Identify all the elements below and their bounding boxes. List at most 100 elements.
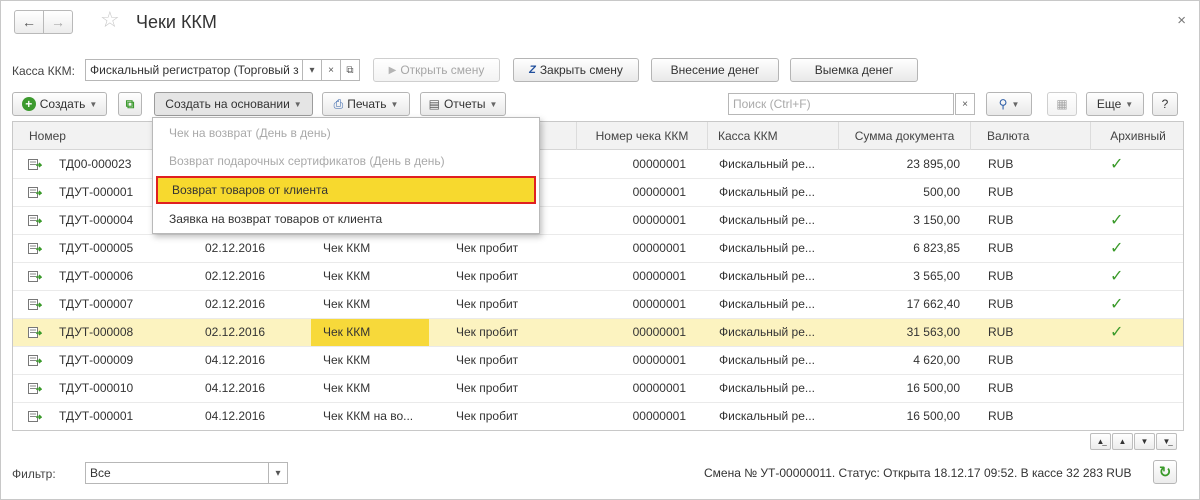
cell-check-no: 00000001 [632, 297, 686, 311]
document-posted-icon [28, 271, 43, 282]
help-button[interactable]: ? [1152, 92, 1178, 116]
archived-check-icon [1110, 375, 1130, 402]
close-shift-button[interactable]: Z Закрыть смену [513, 58, 639, 82]
cell-kassa: Фискальный ре... [719, 381, 815, 395]
create-based-on-label: Создать на основании [165, 97, 290, 111]
print-button[interactable]: ⎙ Печать ▼ [322, 92, 410, 116]
cell-check-no: 00000001 [632, 157, 686, 171]
cell-sum: 23 895,00 [906, 157, 960, 171]
menu-item-return-request[interactable]: Заявка на возврат товаров от клиента [153, 205, 539, 233]
document-posted-icon [28, 383, 43, 394]
archived-check-icon: ✓ [1110, 156, 1124, 173]
close-icon[interactable]: × [1177, 12, 1186, 29]
withdraw-label: Выемка денег [814, 63, 894, 77]
column-header-currency[interactable]: Валюта [970, 122, 1090, 150]
cell-date: 04.12.2016 [205, 353, 266, 367]
menu-item-customer-goods-return[interactable]: Возврат товаров от клиента [156, 176, 536, 204]
kassa-open-icon[interactable]: ⧉ [340, 59, 360, 81]
column-header-check-no[interactable]: Номер чека ККМ [576, 122, 707, 150]
create-button[interactable]: + Создать ▼ [12, 92, 107, 116]
column-header-number[interactable]: Номер [13, 122, 154, 150]
refresh-icon: ↻ [1158, 464, 1172, 481]
kassa-select[interactable]: Фискальный регистратор (Торговый з [85, 59, 303, 81]
filter-select[interactable]: Все [85, 462, 269, 484]
search-button[interactable]: ⚲ ▼ [986, 92, 1032, 116]
scroll-top-button[interactable]: ▲̲ [1090, 433, 1111, 450]
favorite-star-icon[interactable]: ☆ [100, 9, 120, 31]
cell-operation: Чек ККМ [323, 269, 371, 283]
column-header-sum[interactable]: Сумма документа [838, 122, 970, 150]
cell-date: 04.12.2016 [205, 409, 266, 423]
table-row[interactable]: ТДУТ-000005 02.12.2016 Чек ККМ Чек пробит 00… [13, 235, 1183, 263]
cell-sum: 500,00 [923, 185, 960, 199]
search-input[interactable]: Поиск (Ctrl+F) [728, 93, 954, 115]
search-clear-icon[interactable]: × [955, 93, 975, 115]
scroll-up-button[interactable]: ▲ [1112, 433, 1133, 450]
cell-check-no: 00000001 [632, 185, 686, 199]
copy-icon: ⧉ [125, 96, 135, 111]
deposit-button[interactable]: Внесение денег [651, 58, 779, 82]
cell-check-no: 00000001 [632, 381, 686, 395]
kassa-clear-icon[interactable]: × [321, 59, 341, 81]
kassa-dropdown-icon[interactable]: ▾ [302, 59, 322, 81]
reports-button[interactable]: ▤ Отчеты ▼ [420, 92, 506, 116]
archived-check-icon: ✓ [1110, 268, 1124, 285]
column-header-kassa[interactable]: Касса ККМ [707, 122, 838, 150]
column-header-archived[interactable]: Архивный [1090, 122, 1183, 150]
cell-date: 02.12.2016 [205, 325, 266, 339]
chevron-down-icon: ▼ [293, 99, 302, 109]
cell-sum: 31 563,00 [906, 325, 960, 339]
cell-currency: RUB [988, 297, 1014, 311]
archived-check-icon [1110, 347, 1130, 374]
create-based-on-button[interactable]: Создать на основании ▼ [154, 92, 313, 116]
cell-status: Чек пробит [456, 381, 519, 395]
cell-status: Чек пробит [456, 325, 519, 339]
scroll-down-button[interactable]: ▼ [1134, 433, 1155, 450]
cell-operation: Чек ККМ [323, 241, 371, 255]
chevron-down-icon: ▼ [1125, 99, 1134, 109]
menu-item-gift-certificate-return[interactable]: Возврат подарочных сертификатов (День в … [153, 147, 539, 175]
cell-currency: RUB [988, 409, 1014, 423]
archived-check-icon [1110, 179, 1130, 206]
chevron-down-icon: ▼ [390, 99, 399, 109]
cell-operation: Чек ККМ [323, 297, 371, 311]
print-label: Печать [347, 97, 387, 111]
refresh-button[interactable]: ↻ [1153, 460, 1177, 484]
cell-date: 02.12.2016 [205, 297, 266, 311]
create-label: Создать [39, 97, 86, 111]
table-row[interactable]: ТДУТ-000008 02.12.2016 Чек ККМ Чек пробит 00… [13, 319, 1183, 347]
withdraw-button[interactable]: Выемка денег [790, 58, 918, 82]
cell-currency: RUB [988, 213, 1014, 227]
chevron-down-icon: ▼ [89, 99, 98, 109]
cell-kassa: Фискальный ре... [719, 241, 815, 255]
history-button[interactable]: ▦ [1047, 92, 1077, 116]
cell-number: ТДУТ-000009 [59, 353, 134, 367]
menu-item-return-receipt[interactable]: Чек на возврат (День в день) [153, 119, 539, 147]
filter-label: Фильтр: [12, 467, 56, 481]
filter-dropdown-icon[interactable]: ▾ [268, 462, 288, 484]
cell-sum: 16 500,00 [906, 409, 960, 423]
scroll-bottom-button[interactable]: ▼̲ [1156, 433, 1177, 450]
document-posted-icon [28, 243, 43, 254]
table-row[interactable]: ТДУТ-000009 04.12.2016 Чек ККМ Чек пробит 00… [13, 347, 1183, 375]
chevron-down-icon: ▼ [489, 99, 498, 109]
cell-sum: 6 823,85 [913, 241, 960, 255]
table-row[interactable]: ТДУТ-000006 02.12.2016 Чек ККМ Чек пробит 00… [13, 263, 1183, 291]
forward-button[interactable]: → [43, 10, 73, 34]
cell-kassa: Фискальный ре... [719, 269, 815, 283]
table-row[interactable]: ТДУТ-000007 02.12.2016 Чек ККМ Чек пробит 00… [13, 291, 1183, 319]
cell-operation: Чек ККМ [323, 353, 371, 367]
cell-kassa: Фискальный ре... [719, 409, 815, 423]
cell-sum: 17 662,40 [906, 297, 960, 311]
table-row[interactable]: ТДУТ-000010 04.12.2016 Чек ККМ Чек пробит 00… [13, 375, 1183, 403]
cell-number: ТДУТ-000006 [59, 269, 134, 283]
open-shift-button[interactable]: ▶ Открыть смену [373, 58, 500, 82]
more-button[interactable]: Еще ▼ [1086, 92, 1144, 116]
copy-button[interactable]: ⧉ [118, 92, 142, 116]
document-posted-icon [28, 327, 43, 338]
cell-currency: RUB [988, 185, 1014, 199]
table-row[interactable]: ТДУТ-000001 04.12.2016 Чек ККМ на во... Чек… [13, 403, 1183, 430]
cell-number: ТДУТ-000008 [59, 325, 134, 339]
cell-number: ТДУТ-000005 [59, 241, 134, 255]
back-button[interactable]: ← [14, 10, 44, 34]
